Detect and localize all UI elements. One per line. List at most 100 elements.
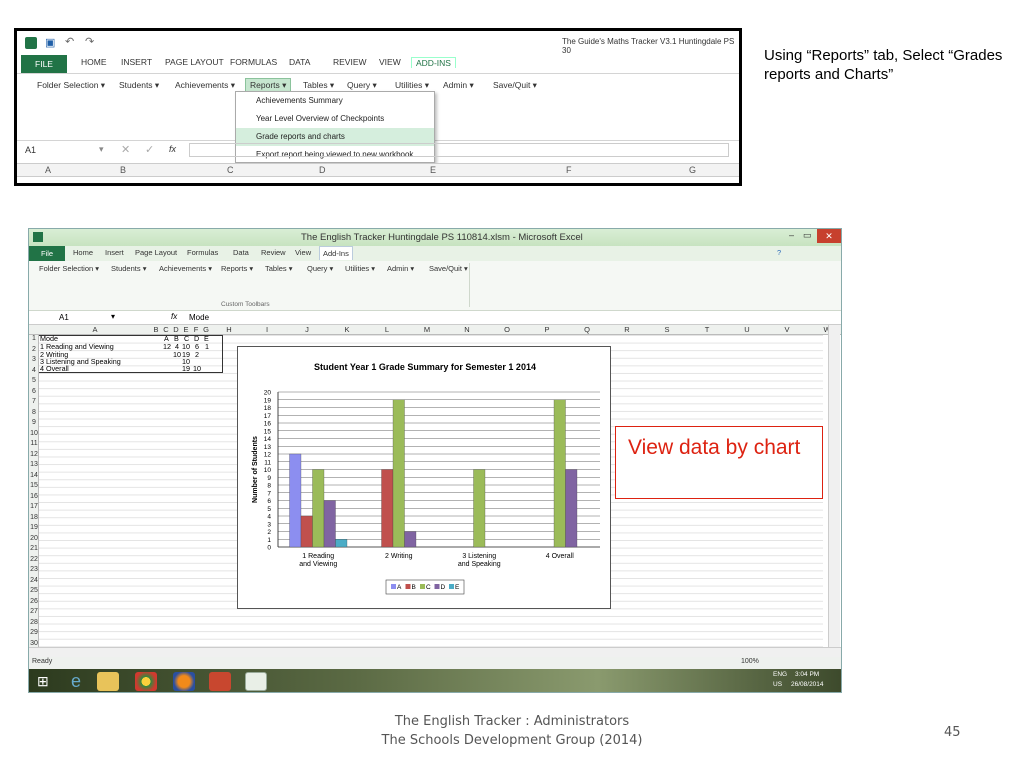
column-header[interactable]: H bbox=[211, 325, 247, 334]
tab-page-layout[interactable]: PAGE LAYOUT bbox=[165, 57, 224, 67]
row-header[interactable]: 17 bbox=[29, 503, 39, 510]
redo-icon[interactable]: ↷ bbox=[85, 35, 94, 48]
column-header[interactable]: B bbox=[151, 325, 161, 334]
cancel-icon[interactable]: ✕ bbox=[121, 143, 130, 156]
table-cell[interactable]: 19 bbox=[182, 365, 190, 373]
vertical-scrollbar[interactable] bbox=[828, 325, 840, 653]
row-header[interactable]: 21 bbox=[29, 545, 39, 552]
firefox-icon[interactable] bbox=[173, 672, 195, 691]
tables-menu[interactable]: Tables ▾ bbox=[303, 80, 334, 91]
row-header[interactable]: 11 bbox=[29, 440, 39, 447]
column-header[interactable]: I bbox=[247, 325, 287, 334]
powerpoint-icon[interactable] bbox=[209, 672, 231, 691]
fx-icon[interactable]: fx bbox=[169, 144, 176, 154]
achievements-menu[interactable]: Achievements ▾ bbox=[175, 80, 235, 91]
column-header[interactable]: N bbox=[447, 325, 487, 334]
col-c[interactable]: C bbox=[227, 165, 234, 175]
row-header[interactable]: 8 bbox=[29, 409, 39, 416]
row-header[interactable]: 30 bbox=[29, 640, 39, 647]
formula-input[interactable] bbox=[189, 143, 729, 157]
row-header[interactable]: 22 bbox=[29, 556, 39, 563]
tab-formulas[interactable]: Formulas bbox=[187, 248, 218, 257]
menu-item-achievements-summary[interactable]: Achievements Summary bbox=[236, 92, 434, 110]
row-header[interactable]: 4 bbox=[29, 367, 39, 374]
dropdown-icon[interactable]: ▾ bbox=[111, 312, 115, 321]
col-f[interactable]: F bbox=[566, 165, 572, 175]
row-header[interactable]: 5 bbox=[29, 377, 39, 384]
column-header[interactable]: A bbox=[39, 325, 151, 334]
folder-selection-menu[interactable]: Folder Selection ▾ bbox=[37, 80, 105, 91]
tab-file[interactable]: FILE bbox=[21, 55, 67, 73]
column-header[interactable]: Q bbox=[567, 325, 607, 334]
column-header[interactable]: V bbox=[767, 325, 807, 334]
row-header[interactable]: 1 bbox=[29, 335, 39, 342]
internet-explorer-icon[interactable]: e bbox=[65, 672, 87, 691]
row-header[interactable]: 6 bbox=[29, 388, 39, 395]
tab-add-ins[interactable]: ADD-INS bbox=[411, 57, 456, 68]
close-icon[interactable]: ✕ bbox=[817, 229, 841, 243]
column-header[interactable]: T bbox=[687, 325, 727, 334]
folder-selection-menu[interactable]: Folder Selection ▾ bbox=[39, 264, 99, 273]
save-quit-menu[interactable]: Save/Quit ▾ bbox=[429, 264, 468, 273]
students-menu[interactable]: Students ▾ bbox=[111, 264, 146, 273]
row-header[interactable]: 26 bbox=[29, 598, 39, 605]
undo-icon[interactable]: ↶ bbox=[65, 35, 74, 48]
row-header[interactable]: 13 bbox=[29, 461, 39, 468]
zoom-level[interactable]: 100% bbox=[741, 658, 759, 665]
name-box[interactable]: A1 bbox=[59, 313, 69, 322]
file-explorer-icon[interactable] bbox=[97, 672, 119, 691]
row-header[interactable]: 10 bbox=[29, 430, 39, 437]
row-header[interactable]: 25 bbox=[29, 587, 39, 594]
col-g[interactable]: G bbox=[689, 165, 696, 175]
tab-review[interactable]: Review bbox=[261, 248, 286, 257]
fx-icon[interactable]: fx bbox=[171, 312, 177, 321]
row-header[interactable]: 2 bbox=[29, 346, 39, 353]
query-menu[interactable]: Query ▾ bbox=[347, 80, 377, 91]
tab-home[interactable]: Home bbox=[73, 248, 93, 257]
table-cell[interactable]: 10 bbox=[193, 365, 201, 373]
students-menu[interactable]: Students ▾ bbox=[119, 80, 159, 91]
query-menu[interactable]: Query ▾ bbox=[307, 264, 333, 273]
tray-time[interactable]: 3:04 PM bbox=[795, 671, 819, 678]
column-header[interactable]: C bbox=[161, 325, 171, 334]
column-header[interactable]: S bbox=[647, 325, 687, 334]
tab-insert[interactable]: INSERT bbox=[121, 57, 152, 67]
table-cell[interactable]: 2 bbox=[195, 351, 199, 359]
column-header[interactable]: G bbox=[201, 325, 211, 334]
tab-review[interactable]: REVIEW bbox=[333, 57, 367, 67]
save-icon[interactable]: ▣ bbox=[45, 36, 55, 49]
name-box[interactable]: A1 bbox=[25, 145, 36, 155]
row-header[interactable]: 23 bbox=[29, 566, 39, 573]
tab-home[interactable]: HOME bbox=[81, 57, 107, 67]
tab-data[interactable]: DATA bbox=[289, 57, 310, 67]
row-header[interactable]: 27 bbox=[29, 608, 39, 615]
admin-menu[interactable]: Admin ▾ bbox=[387, 264, 414, 273]
tab-view[interactable]: VIEW bbox=[379, 57, 401, 67]
enter-icon[interactable]: ✓ bbox=[145, 143, 154, 156]
row-header[interactable]: 15 bbox=[29, 482, 39, 489]
row-header[interactable]: 3 bbox=[29, 356, 39, 363]
utilities-menu[interactable]: Utilities ▾ bbox=[395, 80, 429, 91]
row-header[interactable]: 12 bbox=[29, 451, 39, 458]
column-header[interactable]: L bbox=[367, 325, 407, 334]
tab-insert[interactable]: Insert bbox=[105, 248, 124, 257]
tab-formulas[interactable]: FORMULAS bbox=[230, 57, 277, 67]
tables-menu[interactable]: Tables ▾ bbox=[265, 264, 293, 273]
menu-item-year-level-overview[interactable]: Year Level Overview of Checkpoints bbox=[236, 110, 434, 128]
tray-lang[interactable]: ENG bbox=[773, 671, 787, 678]
col-e[interactable]: E bbox=[430, 165, 436, 175]
column-header[interactable]: M bbox=[407, 325, 447, 334]
row-header[interactable]: 20 bbox=[29, 535, 39, 542]
col-d[interactable]: D bbox=[319, 165, 326, 175]
tab-add-ins[interactable]: Add-Ins bbox=[319, 246, 353, 260]
tray-region[interactable]: US bbox=[773, 681, 782, 688]
admin-menu[interactable]: Admin ▾ bbox=[443, 80, 474, 91]
col-a[interactable]: A bbox=[45, 165, 51, 175]
chrome-icon[interactable] bbox=[135, 672, 157, 691]
maximize-icon[interactable]: ▭ bbox=[803, 230, 812, 241]
row-header[interactable]: 18 bbox=[29, 514, 39, 521]
col-b[interactable]: B bbox=[120, 165, 126, 175]
row-header[interactable]: 7 bbox=[29, 398, 39, 405]
grade-summary-chart[interactable]: Student Year 1 Grade Summary for Semeste… bbox=[237, 346, 611, 609]
achievements-menu[interactable]: Achievements ▾ bbox=[159, 264, 212, 273]
